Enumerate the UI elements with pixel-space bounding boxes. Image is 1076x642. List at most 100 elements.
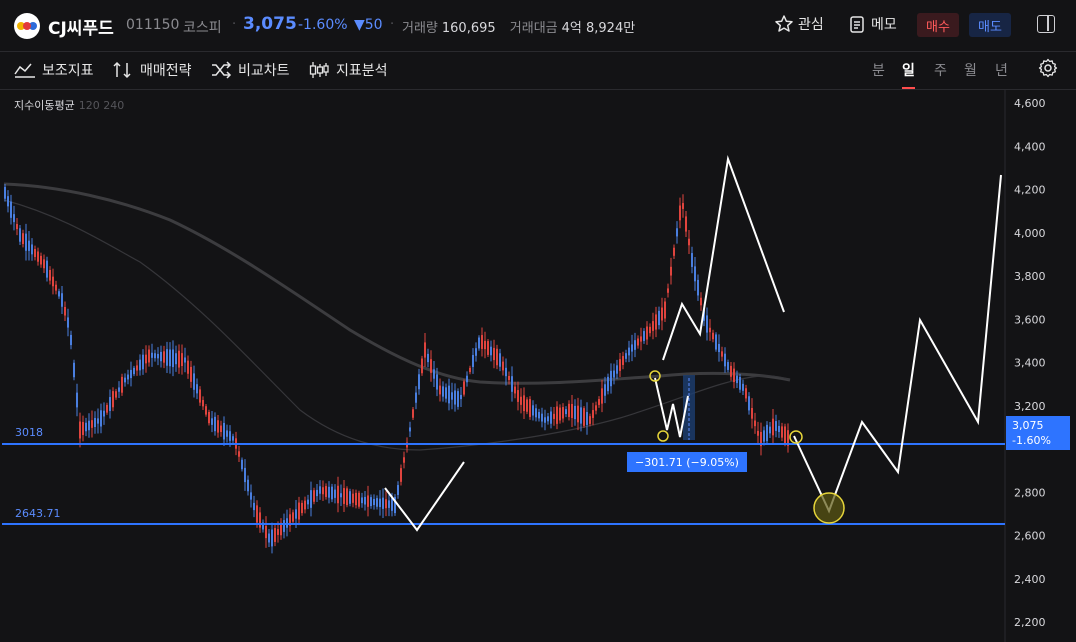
y-tick-label: 3,400	[1014, 357, 1046, 370]
candle-body	[100, 410, 102, 427]
candle-body	[118, 387, 120, 392]
candle-body	[223, 422, 225, 440]
candle-body	[403, 457, 405, 463]
period-month[interactable]: 월	[964, 60, 977, 80]
candle-body	[418, 374, 420, 390]
candle-body	[13, 214, 15, 223]
candle-body	[4, 186, 6, 199]
strategy-button[interactable]: 매매전략	[112, 60, 192, 80]
candle-body	[535, 408, 537, 418]
candle-body	[313, 490, 315, 502]
candle-body	[568, 403, 570, 417]
watchlist-button[interactable]: 관심	[774, 14, 824, 34]
candle-body	[67, 317, 69, 328]
candle-body	[82, 422, 84, 435]
candle-body	[445, 387, 447, 399]
candle-body	[226, 430, 228, 437]
candle-body	[277, 529, 279, 535]
candle-body	[679, 205, 681, 221]
compare-button[interactable]: 비교차트	[210, 60, 290, 80]
candle-body	[508, 375, 510, 381]
candle-body	[712, 332, 714, 340]
candle-body	[727, 362, 729, 370]
candle-body	[643, 331, 645, 341]
candle-body	[367, 495, 369, 507]
y-axis-ticks: 4,600 4,400 4,200 4,000 3,800 3,600 3,400 3,200…	[1014, 97, 1046, 629]
candle-body	[7, 196, 9, 207]
candle-body	[37, 251, 39, 262]
drawn-line-upper[interactable]	[662, 155, 785, 361]
candle-body	[76, 392, 78, 408]
candle-body	[301, 502, 303, 514]
indicators-button[interactable]: 보조지표	[14, 60, 94, 80]
candle-body	[292, 512, 294, 522]
candle-body	[19, 228, 21, 242]
candle-body	[484, 340, 486, 350]
candle-body	[544, 417, 546, 423]
sell-button[interactable]: 매도	[969, 13, 1011, 37]
candle-body	[358, 492, 360, 507]
candle-body	[373, 498, 375, 506]
candle-body	[259, 512, 261, 528]
volume-label: 거래량	[402, 21, 438, 36]
candle-body	[115, 391, 117, 398]
stock-name: CJ씨푸드	[48, 19, 114, 39]
buy-button[interactable]: 매수	[917, 13, 959, 37]
analysis-button[interactable]: 지표분석	[308, 60, 388, 80]
candle-body	[454, 390, 456, 405]
candle-body	[106, 404, 108, 413]
settings-gear-icon[interactable]	[1038, 58, 1058, 78]
candle-body	[55, 284, 57, 291]
candle-body	[601, 388, 603, 404]
candle-body	[199, 389, 201, 403]
candle-body	[559, 407, 561, 421]
drawn-line-left[interactable]	[384, 461, 465, 532]
period-minute[interactable]: 분	[872, 60, 885, 80]
amount-label: 거래대금	[509, 21, 558, 36]
candle-body	[196, 384, 198, 394]
candle-body	[748, 396, 750, 411]
target-marker-circle[interactable]	[813, 492, 845, 524]
candle-body	[214, 416, 216, 432]
candle-body	[376, 498, 378, 507]
candle-body	[52, 276, 54, 287]
memo-button[interactable]: 메모	[847, 14, 897, 34]
candle-body	[589, 416, 591, 424]
candle-body	[319, 486, 321, 494]
candle-body	[340, 493, 342, 498]
candle-body	[10, 201, 12, 218]
candle-body	[97, 418, 99, 424]
price-chart[interactable]: 4,600 4,400 4,200 4,000 3,800 3,600 3,400 3,200…	[0, 90, 1076, 642]
candle-body	[733, 368, 735, 383]
marker-circle[interactable]	[657, 430, 669, 442]
candle-body	[265, 525, 267, 539]
candle-body	[334, 489, 336, 498]
candle-body	[328, 486, 330, 498]
candle-body	[385, 499, 387, 509]
period-year[interactable]: 년	[995, 60, 1008, 80]
candle-body	[436, 374, 438, 390]
candle-body	[532, 405, 534, 416]
candle-body	[130, 369, 132, 379]
candle-body	[220, 425, 222, 433]
candle-body	[208, 411, 210, 424]
period-week[interactable]: 주	[934, 60, 947, 80]
candle-body	[268, 533, 270, 543]
memo-label: 메모	[871, 17, 897, 33]
candle-body	[112, 391, 114, 408]
candle-body	[343, 488, 345, 504]
drawn-line-projection[interactable]	[793, 174, 1002, 514]
candle-body	[550, 411, 552, 424]
candle-body	[346, 488, 348, 506]
candle-body	[103, 410, 105, 417]
candle-body	[574, 405, 576, 420]
candle-body	[73, 362, 75, 378]
candle-body	[331, 486, 333, 500]
candle-body	[304, 500, 306, 510]
volume-value: 160,695	[441, 21, 496, 36]
side-panel-toggle-icon[interactable]	[1037, 15, 1055, 33]
candle-body	[172, 349, 174, 368]
candle-body	[151, 352, 153, 358]
y-tick-label: 3,600	[1014, 313, 1046, 326]
period-day[interactable]: 일	[902, 60, 915, 89]
